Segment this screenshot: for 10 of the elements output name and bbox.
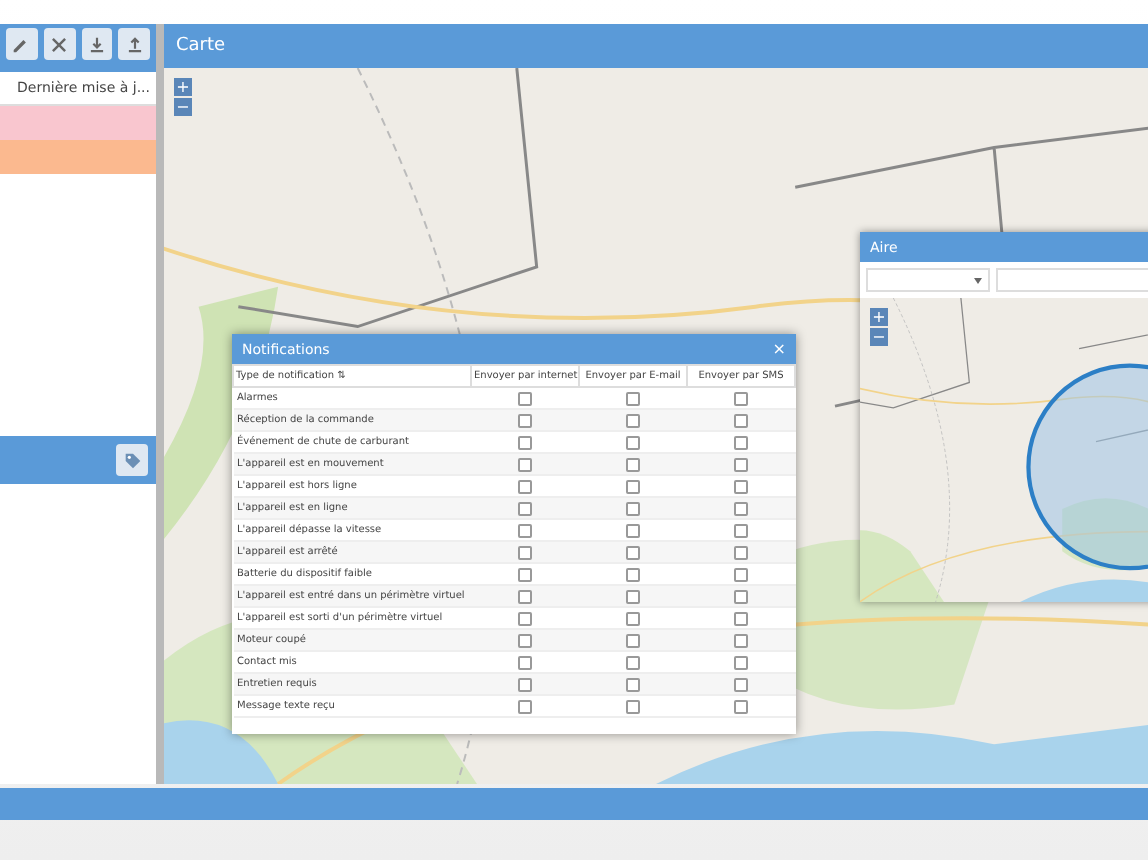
tag-icon (121, 449, 143, 471)
edit-button[interactable] (6, 28, 38, 60)
delete-button[interactable] (43, 28, 75, 60)
upload-icon (123, 33, 146, 55)
close-icon (48, 33, 71, 55)
tag-button[interactable] (116, 444, 148, 476)
upload-button[interactable] (118, 28, 150, 60)
download-button[interactable] (81, 28, 113, 60)
download-icon (85, 33, 108, 55)
map-title: Carte (176, 36, 226, 56)
